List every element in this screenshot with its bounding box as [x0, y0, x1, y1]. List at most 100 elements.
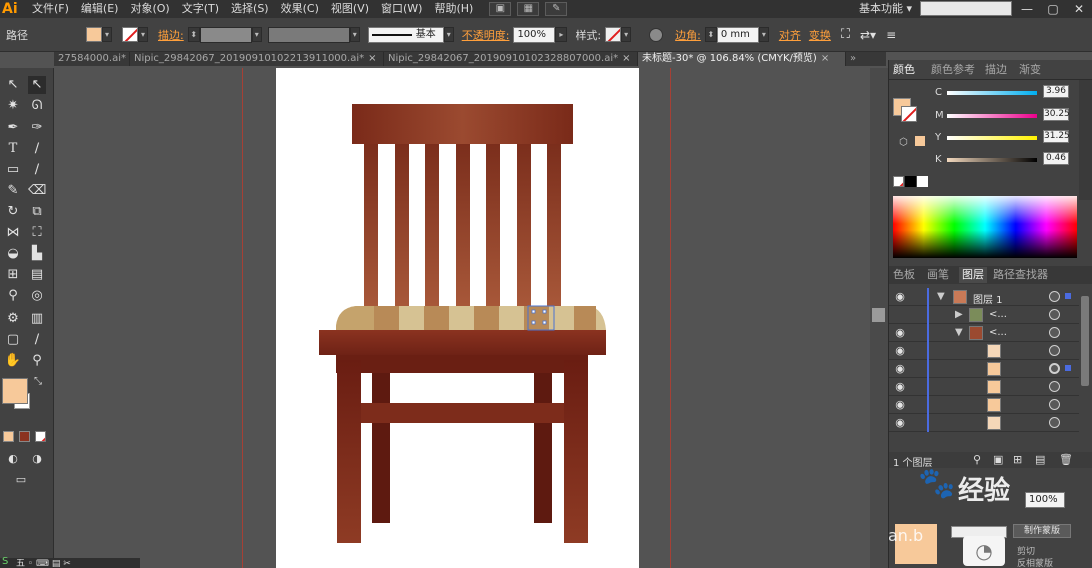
tab-brushes[interactable]: 画笔: [927, 267, 949, 283]
artboard[interactable]: [276, 68, 639, 568]
disclosure-triangle-icon[interactable]: ▼: [937, 291, 945, 302]
selection-tool-icon[interactable]: ↖: [4, 76, 22, 94]
color-mode-icon[interactable]: [3, 431, 14, 442]
eye-icon[interactable]: ◉: [893, 327, 907, 339]
tab-color[interactable]: 颜色: [893, 62, 915, 78]
channel-m-track[interactable]: [947, 114, 1037, 118]
panel-side-strip[interactable]: [1079, 80, 1092, 200]
screen-mode-icon[interactable]: ▭: [12, 471, 30, 489]
zoom-tool-icon[interactable]: ⚲: [28, 352, 46, 370]
channel-k-input[interactable]: 0.46: [1043, 152, 1069, 165]
layer-row[interactable]: ◉: [889, 360, 1079, 378]
white-swatch[interactable]: [917, 176, 928, 187]
vertical-scrollbar[interactable]: [870, 68, 888, 568]
chair-leg-front-left[interactable]: [337, 360, 361, 543]
color-panel-stroke-swatch[interactable]: [901, 106, 917, 122]
tab-overflow[interactable]: »: [846, 52, 876, 66]
layer-row[interactable]: ◉: [889, 378, 1079, 396]
menu-file[interactable]: 文件(F): [26, 0, 75, 18]
panel-menu-icon[interactable]: ⇄▾: [860, 28, 876, 42]
line-segment-tool-icon[interactable]: ∕: [28, 140, 46, 158]
gpu-performance-icon[interactable]: ✎: [545, 2, 568, 16]
recolor-artwork-icon[interactable]: [649, 27, 664, 42]
tab-layers[interactable]: 图层: [959, 267, 987, 283]
fill-color-swatch[interactable]: [86, 27, 102, 42]
paintbrush-tool-icon[interactable]: ∕: [28, 161, 46, 179]
corner-link[interactable]: 边角:: [675, 27, 701, 43]
bridge-icon[interactable]: ▣: [489, 2, 512, 16]
menu-type[interactable]: 文字(T): [176, 0, 225, 18]
make-mask-button[interactable]: 制作蒙版: [1013, 524, 1071, 538]
target-icon-selected[interactable]: [1049, 363, 1060, 374]
menu-help[interactable]: 帮助(H): [428, 0, 479, 18]
none-swatch[interactable]: [893, 176, 904, 187]
eye-icon[interactable]: ◉: [893, 417, 907, 429]
corner-stepper[interactable]: ⬍: [704, 27, 717, 42]
menu-effect[interactable]: 效果(C): [275, 0, 325, 18]
eye-icon[interactable]: ◉: [893, 291, 907, 303]
layer-row[interactable]: ◉: [889, 414, 1079, 432]
variable-width-dropdown[interactable]: ▾: [349, 27, 360, 42]
column-graph-tool-icon[interactable]: ▥: [28, 310, 46, 328]
shape-builder-tool-icon[interactable]: ◒: [4, 245, 22, 263]
chair-slat[interactable]: [425, 144, 439, 312]
stroke-weight-dropdown[interactable]: ▾: [251, 27, 262, 42]
tab-doc-1[interactable]: 27584000.ai*×: [54, 52, 130, 66]
blend-tool-icon[interactable]: ◎: [28, 287, 46, 305]
layer-row[interactable]: ◉ ▼ 图层 1: [889, 288, 1079, 306]
scale-tool-icon[interactable]: ⧉: [28, 203, 46, 221]
none-mode-icon[interactable]: [35, 431, 46, 442]
menu-select[interactable]: 选择(S): [225, 0, 275, 18]
eye-icon[interactable]: ◉: [893, 381, 907, 393]
channel-y-track[interactable]: [947, 136, 1037, 140]
variable-width-profile[interactable]: [267, 26, 350, 43]
chair-seat-frame[interactable]: [319, 330, 606, 355]
tab-doc-3[interactable]: Nipic_29842067_20190910102328807000.ai* ×: [384, 52, 638, 66]
artboard-tool-icon[interactable]: ▢: [4, 331, 22, 349]
tab-pathfinder[interactable]: 路径查找器: [993, 267, 1048, 283]
curvature-tool-icon[interactable]: ✑: [28, 119, 46, 137]
options-menu-icon[interactable]: ≡: [886, 28, 896, 42]
black-swatch[interactable]: [905, 176, 916, 187]
hand-tool-icon[interactable]: ✋: [4, 352, 22, 370]
tab-swatches[interactable]: 色板: [893, 267, 915, 283]
tab-stroke[interactable]: 描边: [985, 62, 1007, 78]
rotate-tool-icon[interactable]: ↻: [4, 203, 22, 221]
close-icon[interactable]: ×: [821, 52, 829, 66]
menu-edit[interactable]: 编辑(E): [75, 0, 125, 18]
chair-slat[interactable]: [395, 144, 409, 312]
eraser-tool-icon[interactable]: ⌫: [28, 182, 46, 200]
symbol-sprayer-tool-icon[interactable]: ⚙: [4, 310, 22, 328]
opacity-arrow[interactable]: ▸: [555, 27, 568, 42]
layer-name[interactable]: <...: [989, 309, 1007, 320]
swap-colors-icon[interactable]: ⤡: [34, 376, 42, 387]
chair-stretcher[interactable]: [361, 403, 564, 423]
graphic-style-swatch[interactable]: [605, 27, 622, 42]
target-icon[interactable]: [1049, 417, 1060, 428]
tab-color-guide[interactable]: 颜色参考: [931, 62, 975, 78]
free-transform-tool-icon[interactable]: ⛶: [28, 224, 46, 242]
channel-m-input[interactable]: 30.25: [1043, 108, 1070, 121]
layers-scrollbar[interactable]: [1081, 296, 1089, 386]
channel-c-track[interactable]: [947, 91, 1037, 95]
align-link[interactable]: 对齐: [779, 27, 801, 43]
eye-icon[interactable]: ◉: [893, 363, 907, 375]
layer-row[interactable]: ◉ ▼ <...: [889, 324, 1079, 342]
gamut-color-swatch[interactable]: [915, 136, 925, 146]
eye-icon[interactable]: ◉: [893, 399, 907, 411]
perspective-grid-tool-icon[interactable]: ▙: [28, 245, 46, 263]
gradient-mode-icon[interactable]: [19, 431, 30, 442]
tab-doc-2[interactable]: Nipic_29842067_20190910102213911000.ai* ×: [130, 52, 384, 66]
color-spectrum[interactable]: [893, 196, 1077, 258]
chair-seat-cushion[interactable]: [336, 306, 606, 330]
draw-inside-icon[interactable]: ◑: [28, 450, 46, 468]
chair-slat[interactable]: [517, 144, 531, 312]
tab-gradient[interactable]: 渐变: [1019, 62, 1041, 78]
arrange-documents-icon[interactable]: ▦: [517, 2, 540, 16]
stroke-weight-stepper[interactable]: ⬍: [187, 27, 200, 42]
disclosure-triangle-icon[interactable]: ▶: [955, 309, 963, 320]
slice-tool-icon[interactable]: ∕: [28, 331, 46, 349]
stroke-link[interactable]: 描边:: [158, 27, 184, 43]
eyedropper-tool-icon[interactable]: ⚲: [4, 287, 22, 305]
type-tool-icon[interactable]: T: [4, 140, 22, 158]
